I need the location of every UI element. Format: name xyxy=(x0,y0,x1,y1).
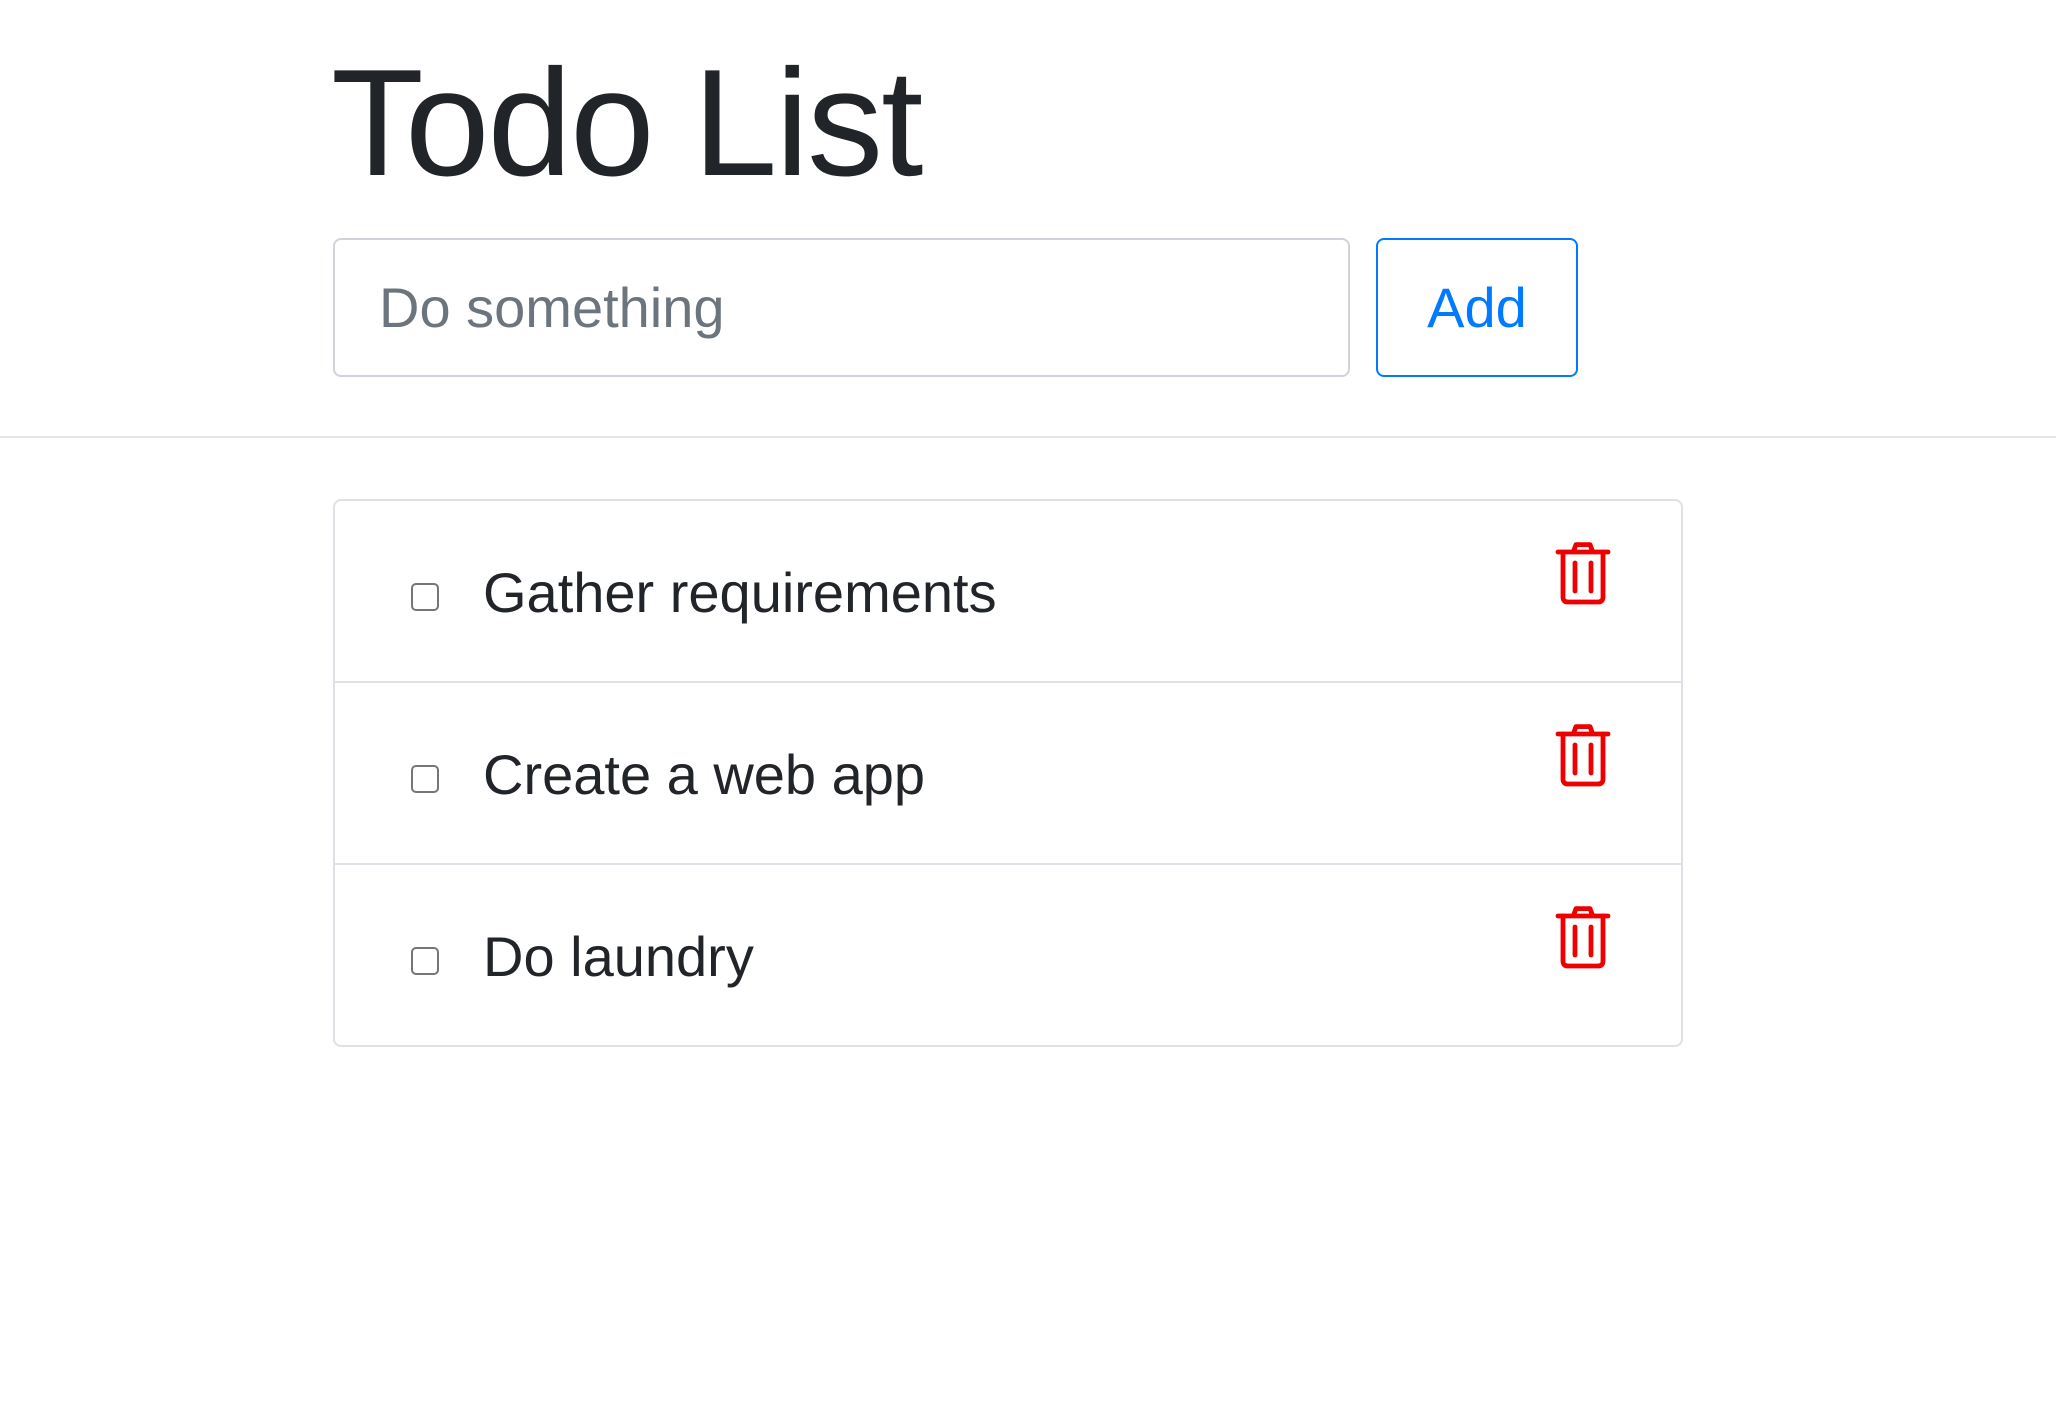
todo-text: Gather requirements xyxy=(483,561,997,624)
todo-checkbox[interactable] xyxy=(411,583,439,611)
todo-item: Do laundry xyxy=(335,865,1681,1045)
trash-icon xyxy=(1555,542,1611,605)
todo-app: Todo List Add Gather requirements Create… xyxy=(0,0,2056,1415)
delete-button[interactable] xyxy=(1555,723,1611,787)
todo-input[interactable] xyxy=(333,238,1350,377)
todo-text: Do laundry xyxy=(483,925,754,988)
todo-item: Create a web app xyxy=(335,683,1681,865)
divider xyxy=(0,436,2056,438)
todo-checkbox[interactable] xyxy=(411,947,439,975)
todo-item: Gather requirements xyxy=(335,501,1681,683)
add-todo-form: Add xyxy=(333,238,1578,377)
todo-text: Create a web app xyxy=(483,743,926,806)
delete-button[interactable] xyxy=(1555,541,1611,605)
delete-button[interactable] xyxy=(1555,905,1611,969)
page-title: Todo List xyxy=(331,38,923,208)
todo-list: Gather requirements Create a web app Do … xyxy=(333,499,1683,1047)
trash-icon xyxy=(1555,724,1611,787)
todo-checkbox[interactable] xyxy=(411,765,439,793)
add-button[interactable]: Add xyxy=(1376,238,1578,377)
trash-icon xyxy=(1555,906,1611,969)
